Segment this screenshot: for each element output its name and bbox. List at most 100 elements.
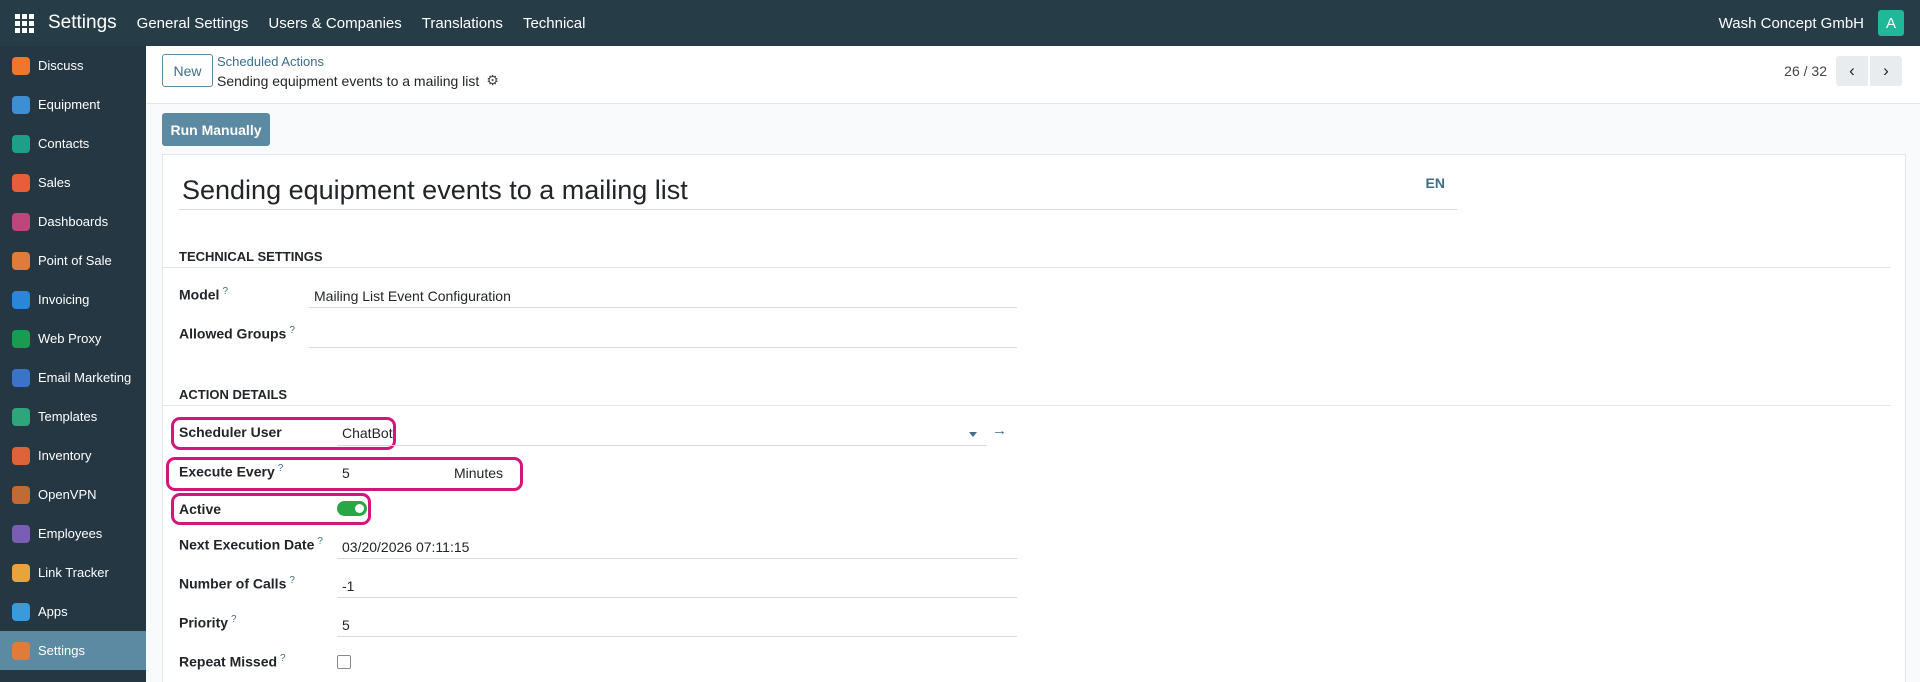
language-button[interactable]: EN <box>1426 175 1445 191</box>
number-of-calls-input[interactable]: -1 <box>342 578 354 594</box>
app-sidebar: Discuss Equipment Contacts Sales Dashboards P… <box>0 46 146 682</box>
contacts-icon <box>12 134 30 153</box>
gear-icon[interactable]: ⚙ <box>486 72 499 89</box>
sidebar-item-openvpn[interactable]: OpenVPN <box>0 475 146 514</box>
sidebar-item-label: Sales <box>38 175 71 190</box>
next-execution-date-underline <box>337 558 1017 559</box>
internal-link-arrow-icon[interactable]: → <box>992 422 1007 439</box>
sidebar-item-equipment[interactable]: Equipment <box>0 85 146 124</box>
equipment-icon <box>12 95 30 114</box>
inventory-icon <box>12 446 30 465</box>
help-icon: ? <box>289 575 295 586</box>
top-navbar: Settings General Settings Users & Compan… <box>0 0 1920 46</box>
execute-every-label: Execute Every? <box>179 463 284 480</box>
number-of-calls-underline <box>337 597 1017 598</box>
technical-settings-heading: Technical Settings <box>179 249 323 264</box>
model-label: Model? <box>179 286 229 303</box>
link-tracker-icon <box>12 563 30 582</box>
interval-type-select[interactable]: Minutes <box>454 465 503 481</box>
sidebar-item-apps[interactable]: Apps <box>0 592 146 631</box>
pager-previous-button[interactable]: ‹ <box>1836 56 1868 86</box>
menu-general-settings[interactable]: General Settings <box>137 15 249 32</box>
apps-icon <box>12 602 30 621</box>
model-field[interactable]: Mailing List Event Configuration <box>314 288 511 304</box>
action-details-heading: Action Details <box>179 387 288 402</box>
app-brand[interactable]: Settings <box>48 12 117 34</box>
user-avatar[interactable]: A <box>1878 10 1904 36</box>
sidebar-item-sales[interactable]: Sales <box>0 163 146 202</box>
sidebar-item-employees[interactable]: Employees <box>0 514 146 553</box>
sidebar-item-dashboards[interactable]: Dashboards <box>0 202 146 241</box>
point-of-sale-icon <box>12 251 30 270</box>
active-toggle[interactable] <box>337 501 367 516</box>
new-button[interactable]: New <box>162 54 213 87</box>
sidebar-item-label: Contacts <box>38 136 90 151</box>
chevron-right-icon: › <box>1883 61 1889 80</box>
sidebar-item-invoicing[interactable]: Invoicing <box>0 280 146 319</box>
sidebar-item-label: Apps <box>38 604 68 619</box>
pager-next-button[interactable]: › <box>1870 56 1902 86</box>
run-manually-button[interactable]: Run Manually <box>162 113 270 146</box>
dashboards-icon <box>12 212 30 231</box>
sidebar-item-settings[interactable]: Settings <box>0 631 146 670</box>
sidebar-item-label: Point of Sale <box>38 253 112 268</box>
sidebar-item-templates[interactable]: Templates <box>0 397 146 436</box>
sidebar-item-label: Settings <box>38 643 85 658</box>
toggle-knob <box>355 504 364 513</box>
breadcrumb-scheduled-actions[interactable]: Scheduled Actions <box>217 54 324 69</box>
sidebar-item-point-of-sale[interactable]: Point of Sale <box>0 241 146 280</box>
title-field[interactable]: Sending equipment events to a mailing li… <box>179 175 1457 210</box>
dropdown-caret-icon[interactable] <box>969 432 977 437</box>
app-menu-icon[interactable] <box>0 0 48 46</box>
help-icon: ? <box>277 463 284 474</box>
help-icon: ? <box>289 325 295 336</box>
help-icon: ? <box>317 536 323 547</box>
sidebar-item-email-marketing[interactable]: Email Marketing <box>0 358 146 397</box>
menu-technical[interactable]: Technical <box>523 15 586 32</box>
action-name-input[interactable]: Sending equipment events to a mailing li… <box>182 175 688 206</box>
help-icon: ? <box>231 614 237 625</box>
priority-input[interactable]: 5 <box>342 617 350 633</box>
allowed-groups-field[interactable] <box>309 347 1017 348</box>
next-execution-date-input[interactable]: 03/20/2026 07:11:15 <box>342 539 469 555</box>
menu-users-companies[interactable]: Users & Companies <box>268 15 401 32</box>
next-execution-date-label: Next Execution Date? <box>179 536 323 553</box>
sidebar-item-inventory[interactable]: Inventory <box>0 436 146 475</box>
sidebar-item-link-tracker[interactable]: Link Tracker <box>0 553 146 592</box>
web-proxy-icon <box>12 329 30 348</box>
section-divider <box>163 267 1891 268</box>
record-name-text: Sending equipment events to a mailing li… <box>217 72 480 89</box>
repeat-missed-checkbox[interactable] <box>337 655 351 669</box>
menu-translations[interactable]: Translations <box>422 15 503 32</box>
pager-counter[interactable]: 26 / 32 <box>1784 63 1827 79</box>
sidebar-item-web-proxy[interactable]: Web Proxy <box>0 319 146 358</box>
scheduler-user-label: Scheduler User <box>179 424 282 440</box>
priority-label: Priority? <box>179 614 237 631</box>
sales-icon <box>12 173 30 192</box>
section-divider <box>163 405 1891 406</box>
scheduler-user-underline <box>337 445 987 446</box>
active-label: Active <box>179 501 222 517</box>
scheduler-user-input[interactable]: ChatBot <box>342 425 393 441</box>
interval-number-input[interactable]: 5 <box>342 465 350 481</box>
model-underline <box>309 307 1017 308</box>
invoicing-icon <box>12 290 30 309</box>
sidebar-item-label: Invoicing <box>38 292 90 307</box>
openvpn-icon <box>12 485 30 504</box>
repeat-missed-label: Repeat Missed? <box>179 653 286 670</box>
settings-icon <box>12 641 30 660</box>
chevron-left-icon: ‹ <box>1849 61 1855 80</box>
form-sheet: Sending equipment events to a mailing li… <box>162 154 1906 682</box>
sidebar-item-label: Discuss <box>38 58 84 73</box>
company-switcher[interactable]: Wash Concept GmbH <box>1719 0 1864 46</box>
allowed-groups-label: Allowed Groups? <box>179 325 295 342</box>
employees-icon <box>12 524 30 543</box>
breadcrumb-current: Sending equipment events to a mailing li… <box>217 72 499 89</box>
number-of-calls-label: Number of Calls? <box>179 575 295 592</box>
sidebar-item-discuss[interactable]: Discuss <box>0 46 146 85</box>
templates-icon <box>12 407 30 426</box>
sidebar-item-label: Email Marketing <box>38 370 132 385</box>
control-panel: New Scheduled Actions Sending equipment … <box>146 46 1920 104</box>
help-icon: ? <box>222 286 229 297</box>
sidebar-item-contacts[interactable]: Contacts <box>0 124 146 163</box>
